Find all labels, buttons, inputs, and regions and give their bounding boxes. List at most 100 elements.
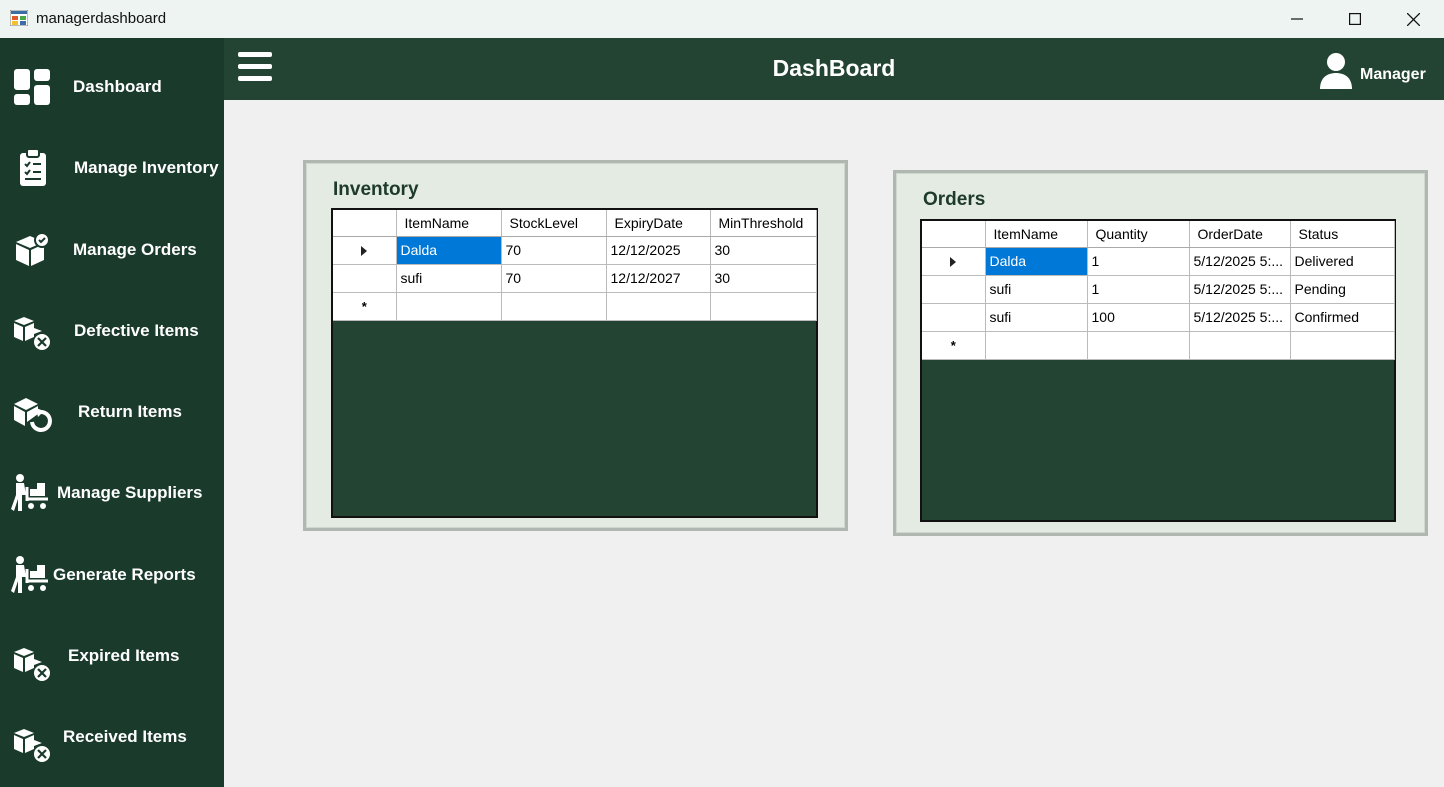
table-cell[interactable] [1087,331,1190,360]
sidebar-item-defective-items[interactable]: Defective Items [0,301,224,361]
inventory-grid[interactable]: ItemName StockLevel ExpiryDate MinThresh… [331,208,818,518]
table-cell[interactable]: 12/12/2027 [606,264,711,293]
table-cell[interactable]: 5/12/2025 5:... [1189,275,1291,304]
table-cell[interactable]: 30 [710,264,817,293]
table-cell[interactable] [501,292,607,321]
sidebar-item-expired-items[interactable]: Expired Items [0,626,224,686]
table-cell[interactable] [606,292,711,321]
column-header[interactable]: Quantity [1087,221,1190,248]
page-title: DashBoard [772,55,896,81]
current-row-indicator[interactable] [333,236,397,265]
column-header[interactable]: OrderDate [1189,221,1291,248]
table-row[interactable]: sufi 1 5/12/2025 5:... Pending [922,275,1395,304]
sidebar-item-label: Manage Inventory [74,158,219,177]
orders-header-row: ItemName Quantity OrderDate Status [922,221,1395,248]
row-pointer-icon [950,257,957,268]
table-cell[interactable]: Dalda [985,247,1088,276]
box-check-icon [16,232,50,266]
table-cell[interactable]: 1 [1087,275,1190,304]
table-cell[interactable]: Delivered [1290,247,1395,276]
new-row-indicator[interactable]: * [922,331,986,360]
table-cell[interactable]: 100 [1087,303,1190,332]
column-header[interactable]: Status [1290,221,1395,248]
sidebar-item-received-items[interactable]: Received Items [0,707,224,767]
new-row[interactable]: * [333,292,817,321]
inventory-title: Inventory [333,179,419,200]
column-header[interactable]: ExpiryDate [606,210,711,237]
boxes-x-icon [14,317,50,350]
app-icon [10,10,28,26]
table-cell[interactable]: 70 [501,264,607,293]
orders-grid[interactable]: ItemName Quantity OrderDate Status Dalda… [920,219,1396,522]
row-pointer-icon [361,246,368,257]
orders-panel: Orders ItemName Quantity OrderDate Statu… [893,170,1428,536]
table-cell[interactable] [710,292,817,321]
user-icon [1320,53,1352,89]
table-cell[interactable]: 1 [1087,247,1190,276]
row-header[interactable] [333,264,397,293]
sidebar-item-label: Received Items [63,727,187,746]
table-cell[interactable]: sufi [985,303,1088,332]
row-header[interactable] [922,303,986,332]
table-row[interactable]: sufi 100 5/12/2025 5:... Confirmed [922,303,1395,332]
table-cell[interactable]: 5/12/2025 5:... [1189,247,1291,276]
sidebar: Dashboard Manage Inventory Manage Orders [0,38,224,787]
user-name: Manager [1360,66,1426,83]
sidebar-item-return-items[interactable]: Return Items [0,382,224,442]
person-cart-icon [11,474,48,511]
sidebar-item-manage-suppliers[interactable]: Manage Suppliers [0,463,224,523]
table-row[interactable]: Dalda 70 12/12/2025 30 [333,236,817,265]
sidebar-item-label: Return Items [78,402,182,421]
current-row-indicator[interactable] [922,247,986,276]
minimize-button[interactable] [1268,0,1326,38]
table-cell[interactable]: sufi [985,275,1088,304]
table-cell[interactable]: Pending [1290,275,1395,304]
row-header-corner [333,210,397,237]
sidebar-item-dashboard[interactable]: Dashboard [0,57,224,117]
maximize-icon [1349,13,1361,25]
sidebar-item-label: Dashboard [73,77,162,96]
column-header[interactable]: StockLevel [501,210,607,237]
window-titlebar: managerdashboard [0,0,1444,38]
clipboard-checklist-icon [20,148,46,186]
table-cell[interactable]: sufi [396,264,502,293]
minimize-icon [1291,18,1303,20]
table-cell[interactable]: 30 [710,236,817,265]
sidebar-item-label: Manage Suppliers [57,483,203,502]
table-cell[interactable]: 12/12/2025 [606,236,711,265]
table-cell[interactable]: Confirmed [1290,303,1395,332]
new-row[interactable]: * [922,331,1395,360]
row-header-corner [922,221,986,248]
table-cell[interactable]: Dalda [396,236,502,265]
sidebar-item-generate-reports[interactable]: Generate Reports [0,545,224,605]
window-title: managerdashboard [36,10,167,27]
close-button[interactable] [1384,0,1442,38]
boxes-x-icon [14,648,50,681]
box-return-icon [14,398,52,432]
sidebar-item-label: Expired Items [68,646,180,665]
sidebar-item-label: Generate Reports [53,565,196,584]
table-cell[interactable] [1290,331,1395,360]
sidebar-item-manage-orders[interactable]: Manage Orders [0,220,224,280]
inventory-panel: Inventory ItemName StockLevel ExpiryDate… [303,160,848,531]
column-header[interactable]: ItemName [985,221,1088,248]
table-cell[interactable] [396,292,502,321]
column-header[interactable]: MinThreshold [710,210,817,237]
person-cart-icon [11,556,48,593]
boxes-x-icon [14,729,50,762]
column-header[interactable]: ItemName [396,210,502,237]
sidebar-item-manage-inventory[interactable]: Manage Inventory [0,138,224,198]
sidebar-item-label: Defective Items [74,321,199,340]
table-row[interactable]: sufi 70 12/12/2027 30 [333,264,817,293]
table-cell[interactable] [985,331,1088,360]
row-header[interactable] [922,275,986,304]
maximize-button[interactable] [1326,0,1384,38]
new-row-indicator[interactable]: * [333,292,397,321]
table-cell[interactable] [1189,331,1291,360]
inventory-header-row: ItemName StockLevel ExpiryDate MinThresh… [333,210,817,237]
table-cell[interactable]: 70 [501,236,607,265]
dashboard-icon [14,69,50,105]
table-row[interactable]: Dalda 1 5/12/2025 5:... Delivered [922,247,1395,276]
top-header: DashBoard Manager [224,38,1444,100]
table-cell[interactable]: 5/12/2025 5:... [1189,303,1291,332]
